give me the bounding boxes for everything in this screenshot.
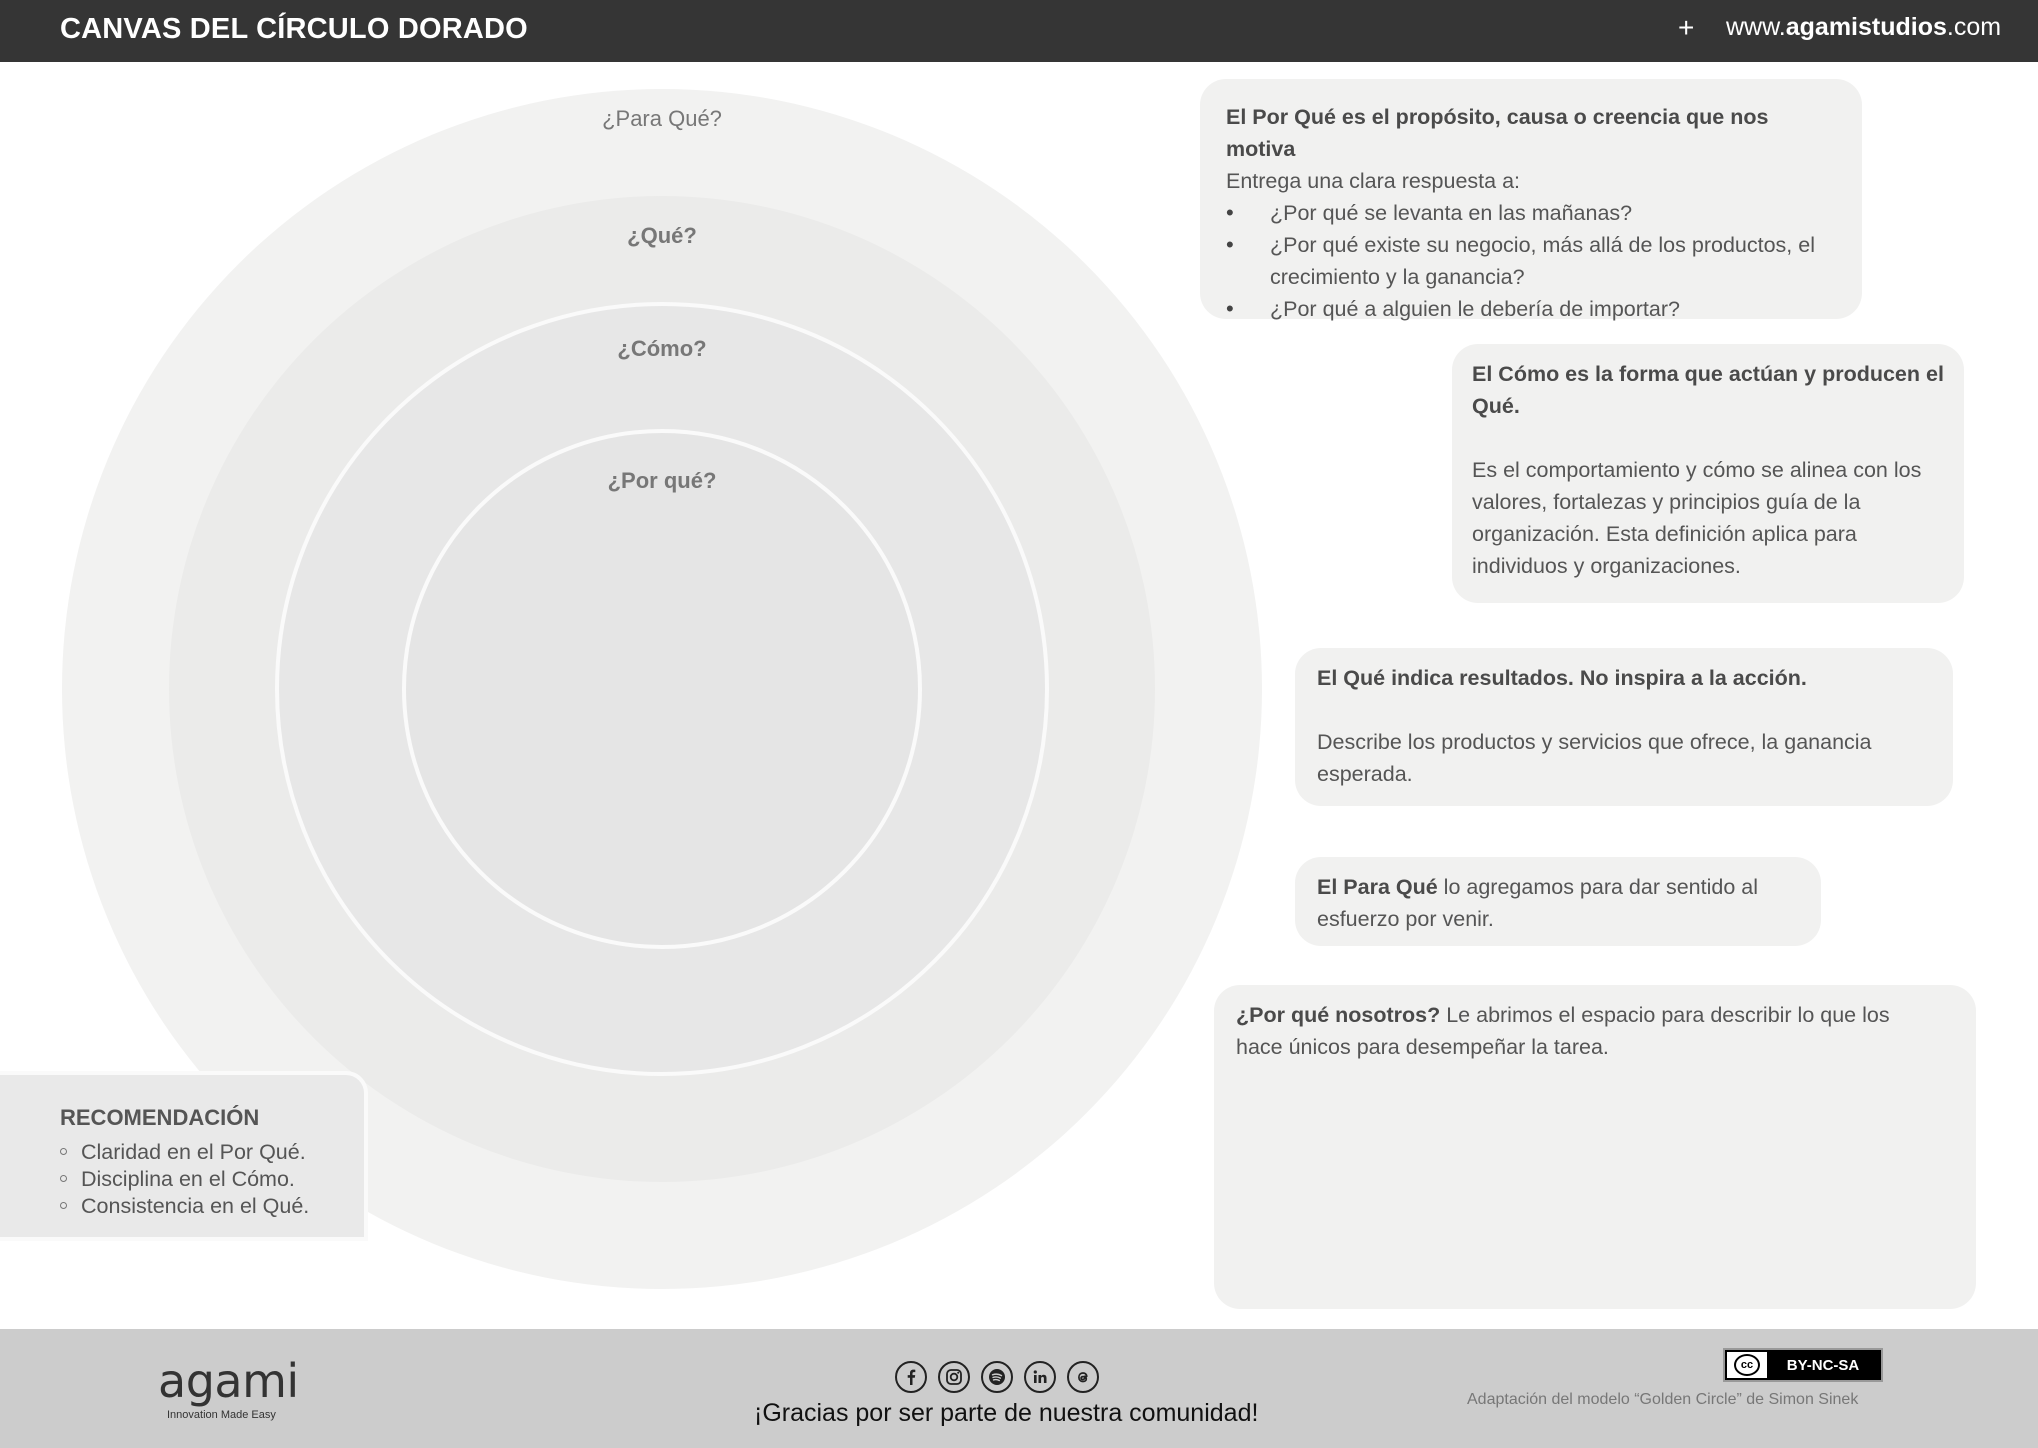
card-que-body: Describe los productos y servicios que o… [1317,730,1872,786]
site-suffix: .com [1946,13,2002,41]
site-brand: agamistudios [1785,13,1947,41]
recommendation-list: Claridad en el Por Qué. Disciplina en el… [60,1139,309,1220]
spotify-icon[interactable] [981,1361,1013,1393]
page-title: CANVAS DEL CÍRCULO DORADO [60,13,528,45]
bullet-icon [60,1147,67,1155]
cc-icon: cc [1734,1354,1760,1376]
card-para-que-bold: El Para Qué [1317,875,1438,899]
card-para-que: El Para Qué lo agregamos para dar sentid… [1295,857,1821,946]
bullet-icon [60,1201,67,1209]
logo-tagline: Innovation Made Easy [167,1409,276,1421]
card-por-que-intro: Entrega una clara respuesta a: [1226,169,1521,193]
list-item: Disciplina en el Cómo. [60,1166,309,1193]
card-nosotros-bold: ¿Por qué nosotros? [1236,1003,1441,1027]
recommendation-title: RECOMENDACIÓN [60,1105,260,1130]
site-prefix: www. [1726,13,1786,41]
recommendation-box: RECOMENDACIÓN Claridad en el Por Qué. Di… [0,1071,368,1241]
plus-icon: + [1678,12,1695,43]
card-por-que: El Por Qué es el propósito, causa o cree… [1200,79,1862,325]
footer-bar: agami Innovation Made Easy ¡Gracias por … [0,1329,2038,1448]
label-para-que: ¿Para Qué? [602,106,722,131]
list-item: Consistencia en el Qué. [60,1193,309,1220]
card-que: El Qué indica resultados. No inspira a l… [1295,648,1953,806]
header-bar: CANVAS DEL CÍRCULO DORADO + www.agamistu… [0,0,2038,62]
list-item: Claridad en el Por Qué. [60,1139,309,1166]
cc-license-badge[interactable]: cc BY-NC-SA [1723,1348,1883,1382]
circle-por-que [402,429,922,949]
card-que-heading: El Qué indica resultados. No inspira a l… [1317,666,1807,690]
card-como: El Cómo es la forma que actúan y produce… [1452,344,1964,603]
thanks-message: ¡Gracias por ser parte de nuestra comuni… [754,1399,1259,1427]
attribution-text: Adaptación del modelo “Golden Circle” de… [1467,1391,1859,1408]
list-item: ¿Por qué existe su negocio, más allá de … [1226,229,1836,293]
card-como-body: Es el comportamiento y cómo se alinea co… [1472,458,1922,578]
card-como-heading: El Cómo es la forma que actúan y produce… [1472,362,1944,418]
list-item-text: Claridad en el Por Qué. [81,1140,306,1164]
list-item-text: Consistencia en el Qué. [81,1194,310,1218]
threads-icon[interactable] [1067,1361,1099,1393]
label-que: ¿Qué? [627,223,697,248]
label-como: ¿Cómo? [617,336,707,361]
linkedin-icon[interactable] [1024,1361,1056,1393]
card-por-que-heading: El Por Qué es el propósito, causa o cree… [1226,105,1769,161]
list-item-text: Disciplina en el Cómo. [81,1167,295,1191]
list-item: ¿Por qué se levanta en las mañanas? [1226,197,1836,229]
website-link[interactable]: www.agamistudios.com [1726,13,2001,42]
agami-logo: agami [158,1354,299,1408]
bullet-icon [60,1174,67,1182]
instagram-icon[interactable] [938,1361,970,1393]
facebook-icon[interactable] [895,1361,927,1393]
label-por-que: ¿Por qué? [607,468,717,493]
license-label: BY-NC-SA [1786,1356,1860,1374]
social-links [895,1361,1099,1393]
list-item: ¿Por qué a alguien le debería de importa… [1226,293,1836,325]
card-por-que-list: ¿Por qué se levanta en las mañanas? ¿Por… [1226,197,1836,325]
card-por-que-nosotros[interactable]: ¿Por qué nosotros? Le abrimos el espacio… [1214,985,1976,1309]
